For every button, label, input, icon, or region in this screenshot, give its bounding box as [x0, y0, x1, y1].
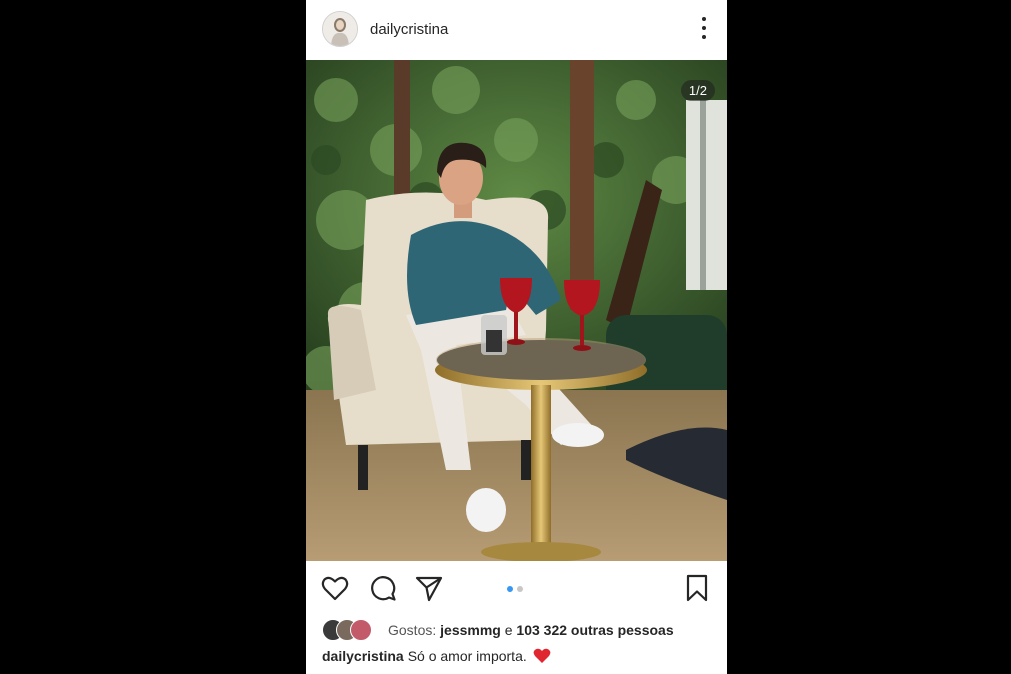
bookmark-icon[interactable]	[682, 573, 712, 603]
more-dot	[702, 26, 706, 30]
more-dot	[702, 17, 706, 21]
carousel-dot-active	[507, 586, 513, 592]
post-caption: dailycristina Só o amor importa.	[322, 648, 551, 664]
caption-username[interactable]: dailycristina	[322, 648, 404, 664]
red-heart-emoji	[533, 648, 551, 663]
more-dot	[702, 35, 706, 39]
liker-avatar	[350, 619, 372, 641]
more-vertical-icon[interactable]	[701, 17, 707, 39]
comment-icon[interactable]	[368, 573, 398, 603]
likes-others[interactable]: 103 322 outras pessoas	[516, 622, 673, 638]
likes-prefix: Gostos:	[388, 622, 437, 638]
likes-row[interactable]: Gostos: jessmmg e 103 322 outras pessoas	[322, 619, 674, 641]
post-header: dailycristina	[306, 0, 727, 60]
liker-avatars	[322, 619, 378, 641]
caption-text: Só o amor importa.	[407, 648, 527, 664]
carousel-counter: 1/2	[680, 80, 715, 101]
carousel-dots	[507, 586, 523, 592]
first-liker[interactable]: jessmmg	[440, 622, 501, 638]
photo-illustration	[306, 60, 727, 561]
instagram-post: dailycristina 1/2 Gostos: jessmmg e 103 …	[306, 0, 727, 674]
likes-connector: e	[504, 622, 513, 638]
profile-avatar[interactable]	[322, 11, 358, 47]
post-photo[interactable]: 1/2	[306, 60, 727, 561]
carousel-dot	[517, 586, 523, 592]
send-icon[interactable]	[414, 573, 444, 603]
post-actions-bar	[306, 561, 727, 613]
avatar-image	[323, 12, 357, 46]
heart-icon[interactable]	[320, 573, 350, 603]
post-username[interactable]: dailycristina	[370, 21, 448, 38]
